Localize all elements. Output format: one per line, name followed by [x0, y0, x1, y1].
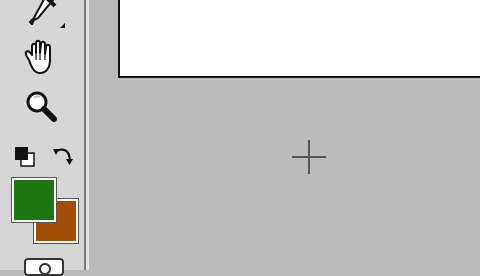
eyedropper-icon: [29, 0, 65, 28]
zoom-tool-button[interactable]: [20, 86, 62, 126]
document-canvas[interactable]: [118, 0, 480, 78]
zoom-icon: [26, 91, 57, 122]
foreground-color-swatch[interactable]: [11, 177, 57, 223]
default-colors-icon: [15, 147, 35, 167]
eyedropper-tool-button[interactable]: [20, 0, 70, 30]
crosshair-cursor-icon: [292, 140, 326, 174]
swap-colors-icon: [53, 148, 73, 165]
swap-colors-button[interactable]: [50, 144, 76, 168]
quick-mask-button[interactable]: [24, 258, 64, 276]
hand-tool-button[interactable]: [20, 38, 62, 78]
hand-icon: [24, 39, 51, 74]
quick-mask-icon: [39, 263, 51, 275]
default-colors-button[interactable]: [12, 144, 38, 168]
